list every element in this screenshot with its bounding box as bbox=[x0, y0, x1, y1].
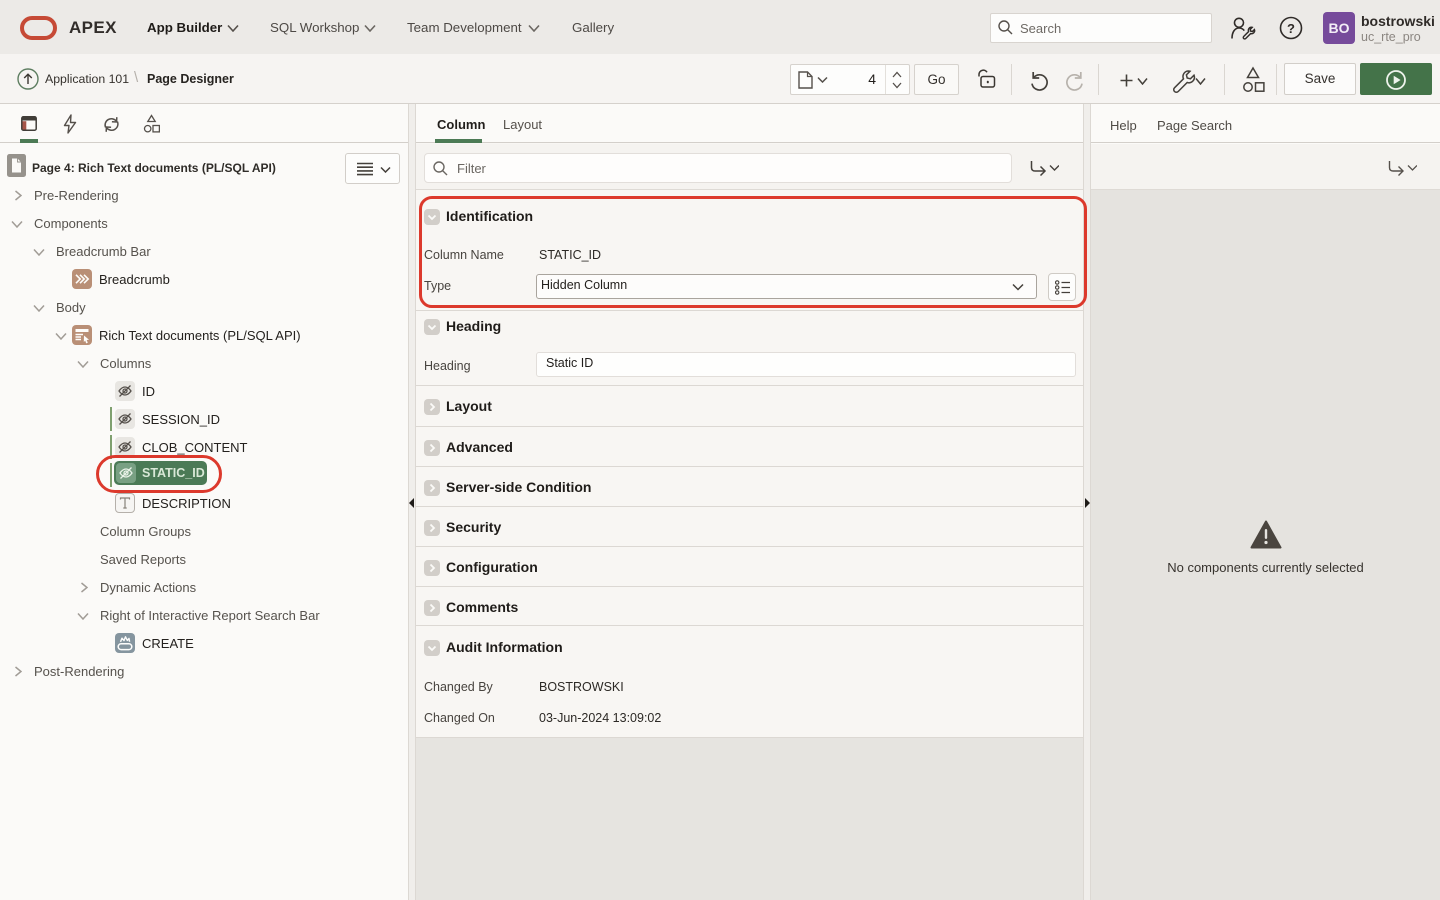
svg-text:?: ? bbox=[1287, 21, 1295, 36]
